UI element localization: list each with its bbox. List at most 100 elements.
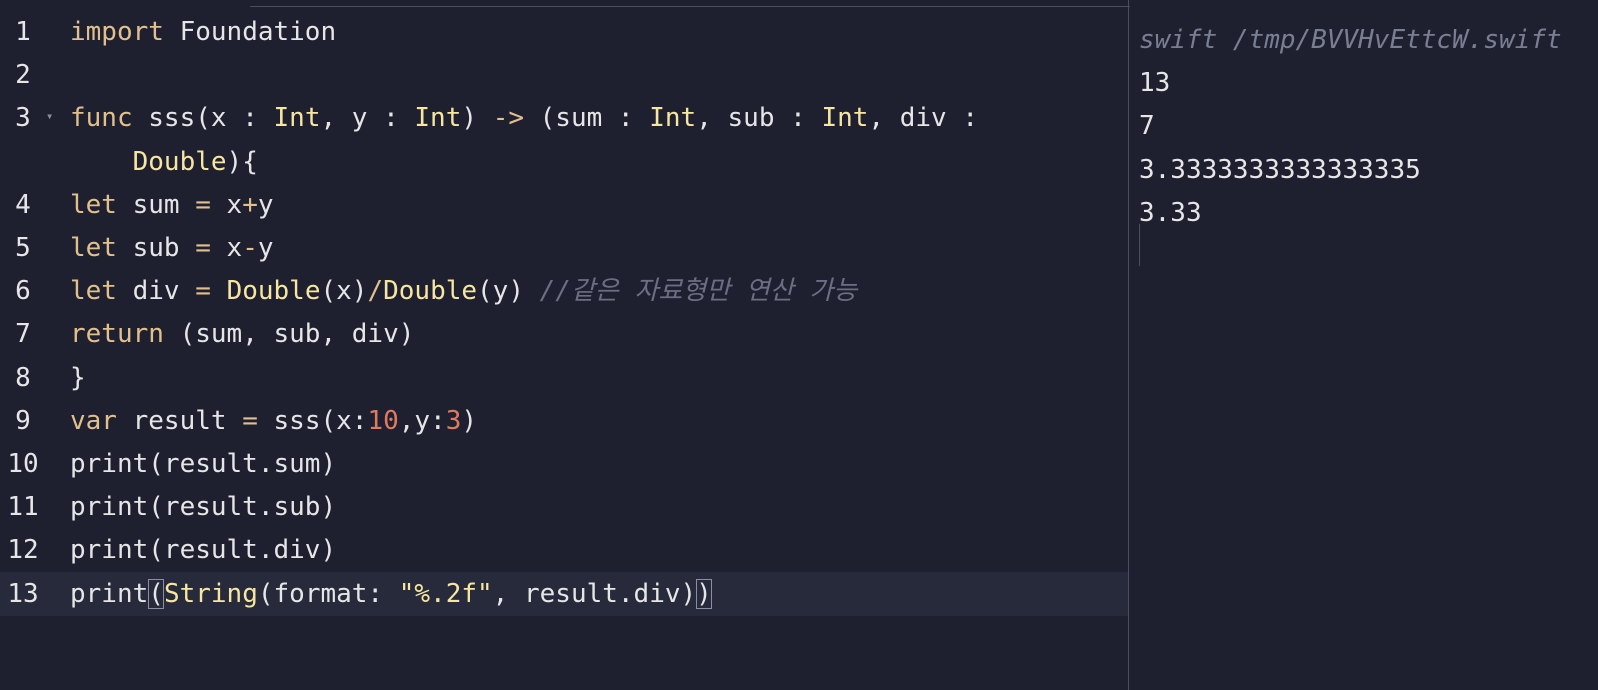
code-token: print xyxy=(70,578,149,609)
code-token: Double xyxy=(132,146,227,177)
code-token: (y) xyxy=(477,276,540,307)
code-token: 10 xyxy=(367,405,399,436)
code-token: ) xyxy=(461,405,478,436)
code-line[interactable]: Double){ xyxy=(0,140,1128,184)
fold-arrow-icon[interactable]: ▾ xyxy=(46,96,60,136)
code-token: func xyxy=(70,103,133,134)
code-line[interactable]: 3 ▾ func sss(x : Int, y : Int) -> (sum : I… xyxy=(0,96,1128,140)
code-token: ) xyxy=(461,103,493,134)
code-line[interactable]: 1 import Foundation xyxy=(0,10,1128,54)
output-cursor xyxy=(1139,224,1140,266)
code-line[interactable]: 8} xyxy=(0,356,1128,400)
code-text: func sss(x : Int, y : Int) -> (sum : Int… xyxy=(70,96,978,140)
code-token: y xyxy=(257,189,274,220)
code-text: import Foundation xyxy=(70,10,336,54)
code-text: print(result.sub) xyxy=(70,485,336,529)
code-token: Int xyxy=(273,103,321,134)
code-token: (sum, sub, div) xyxy=(163,319,415,350)
code-token: + xyxy=(242,189,258,220)
line-number: 10 xyxy=(7,449,39,479)
code-line[interactable]: 13 print(String(format: "%.2f", result.di… xyxy=(0,571,1128,616)
code-text: print(String(format: "%.2f", result.div)… xyxy=(70,572,712,616)
output-line: 3.3333333333333335 xyxy=(1139,154,1421,185)
code-token: result xyxy=(116,405,243,436)
code-token: print(result.div) xyxy=(70,535,337,566)
code-token: Int xyxy=(649,103,697,134)
output-line: 3.33 xyxy=(1139,197,1202,228)
code-token: } xyxy=(70,362,86,393)
line-number: 11 xyxy=(7,492,39,523)
line-number: 1 xyxy=(15,17,31,47)
code-token: var xyxy=(70,405,117,436)
code-token: print(result.sub) xyxy=(70,492,337,523)
code-text: print(result.div) xyxy=(70,528,336,572)
code-token: let xyxy=(70,276,117,307)
code-text: print(result.sum) xyxy=(70,442,336,486)
line-number: 3 xyxy=(15,103,31,134)
code-token: (x) xyxy=(320,276,368,307)
output-command: swift /tmp/BVVHvEttcW.swift xyxy=(1139,25,1562,55)
top-bar-divider xyxy=(250,6,1130,7)
code-token: ( xyxy=(148,578,164,609)
code-token: return xyxy=(70,319,164,350)
code-token: (format: xyxy=(257,578,399,609)
code-token: (sum : xyxy=(524,103,650,134)
output-line: 13 xyxy=(1139,68,1171,99)
top-bar xyxy=(0,0,1598,8)
code-token: sum xyxy=(116,189,196,220)
code-token: / xyxy=(367,276,384,307)
code-token: = xyxy=(195,276,211,307)
line-number: 2 xyxy=(15,60,31,91)
code-token: sss(x : xyxy=(132,103,274,134)
code-token: let xyxy=(70,233,117,263)
code-token: Foundation xyxy=(163,17,337,47)
code-token: , sub : xyxy=(696,103,822,134)
code-token: = xyxy=(195,189,211,220)
code-token: , result.div) xyxy=(492,578,697,609)
code-token: Int xyxy=(821,103,869,134)
code-line[interactable]: 7 return (sum, sub, div) xyxy=(0,312,1128,356)
code-token: , div : xyxy=(868,103,978,134)
code-line[interactable]: 9 var result = sss(x:10,y:3) xyxy=(0,399,1128,443)
code-token: Double xyxy=(226,276,321,307)
code-token: Int xyxy=(414,103,462,134)
code-token: -> xyxy=(492,103,524,134)
code-token: ){ xyxy=(226,146,258,177)
code-line[interactable]: 5 let sub = x-y xyxy=(0,226,1128,270)
code-token: String xyxy=(163,578,258,609)
code-text: let sum = x+y xyxy=(70,183,274,227)
code-text: return (sum, sub, div) xyxy=(70,312,414,356)
code-token: import xyxy=(70,17,164,47)
line-number: 5 xyxy=(15,233,31,263)
code-text: } xyxy=(70,356,86,400)
code-token: Double xyxy=(383,276,478,307)
line-number: 9 xyxy=(15,405,31,436)
code-token: sub xyxy=(116,233,196,263)
line-number: 6 xyxy=(15,276,31,307)
code-token: 3 xyxy=(445,405,462,436)
code-token: - xyxy=(242,233,258,263)
code-editor[interactable]: 1 import Foundation 2 3 ▾ func sss(x : Int, y… xyxy=(0,10,1128,690)
code-line[interactable]: 6 let div = Double(x)/Double(y) //같은 자료형만… xyxy=(0,269,1128,313)
line-number: 7 xyxy=(15,319,31,350)
code-text: var result = sss(x:10,y:3) xyxy=(70,399,477,443)
code-token: = xyxy=(242,405,258,436)
code-token: print(result.sum) xyxy=(70,449,337,479)
code-token: x xyxy=(210,189,243,220)
line-number: 13 xyxy=(7,578,39,609)
code-token: x xyxy=(210,233,243,263)
code-text: let sub = x-y xyxy=(70,226,274,270)
code-line[interactable]: 10 print(result.sum) xyxy=(0,442,1128,486)
code-token: y xyxy=(257,233,274,263)
line-number: 12 xyxy=(7,535,39,566)
code-token: ,y: xyxy=(398,405,446,436)
code-token: "%.2f" xyxy=(398,578,493,609)
code-line[interactable]: 2 xyxy=(0,53,1128,97)
output-panel: swift /tmp/BVVHvEttcW.swift 13 7 3.3333333… xyxy=(1129,10,1598,690)
code-line[interactable]: 4 let sum = x+y xyxy=(0,183,1128,227)
code-line[interactable]: 12 print(result.div) xyxy=(0,528,1128,572)
code-token: ) xyxy=(696,578,712,609)
code-line[interactable]: 11 print(result.sub) xyxy=(0,485,1128,529)
